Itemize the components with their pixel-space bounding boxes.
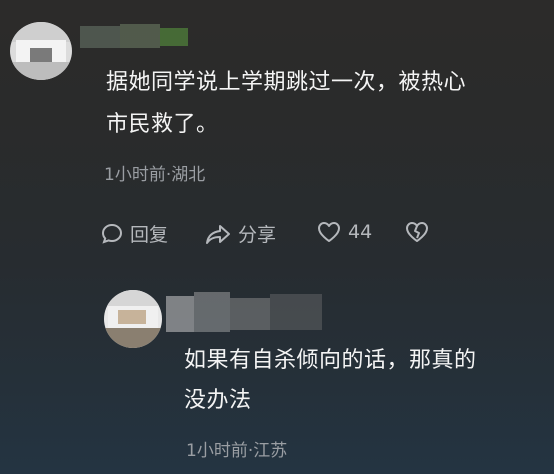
share-label: 分享	[238, 224, 277, 246]
avatar[interactable]	[10, 22, 72, 80]
reply-button[interactable]: 回复	[100, 220, 168, 247]
reply-bubble-icon	[100, 222, 124, 246]
reply-label: 回复	[130, 224, 169, 246]
reply-text-line: 如果有自杀倾向的话，那真的	[184, 348, 477, 373]
comment-text: 据她同学说上学期跳过一次，被热心 市民救了。	[106, 66, 466, 142]
comment-meta: 1小时前·湖北	[104, 165, 206, 185]
heart-icon	[316, 220, 342, 244]
reply-avatar[interactable]	[104, 290, 162, 348]
reply-text: 如果有自杀倾向的话，那真的 没办法	[184, 344, 477, 418]
reply-text-line: 没办法	[184, 388, 252, 413]
share-arrow-icon	[204, 222, 232, 246]
reply-meta: 1小时前·江苏	[186, 441, 288, 461]
like-count: 44	[348, 221, 373, 243]
username-blurred[interactable]	[80, 22, 190, 52]
dislike-button[interactable]	[404, 220, 430, 244]
like-button[interactable]: 44	[316, 220, 372, 244]
broken-heart-icon	[404, 220, 430, 244]
comment-text-line: 市民救了。	[106, 112, 219, 137]
share-button[interactable]: 分享	[204, 220, 276, 247]
comment-text-line: 据她同学说上学期跳过一次，被热心	[106, 70, 467, 95]
reply-username-blurred[interactable]	[166, 292, 326, 336]
